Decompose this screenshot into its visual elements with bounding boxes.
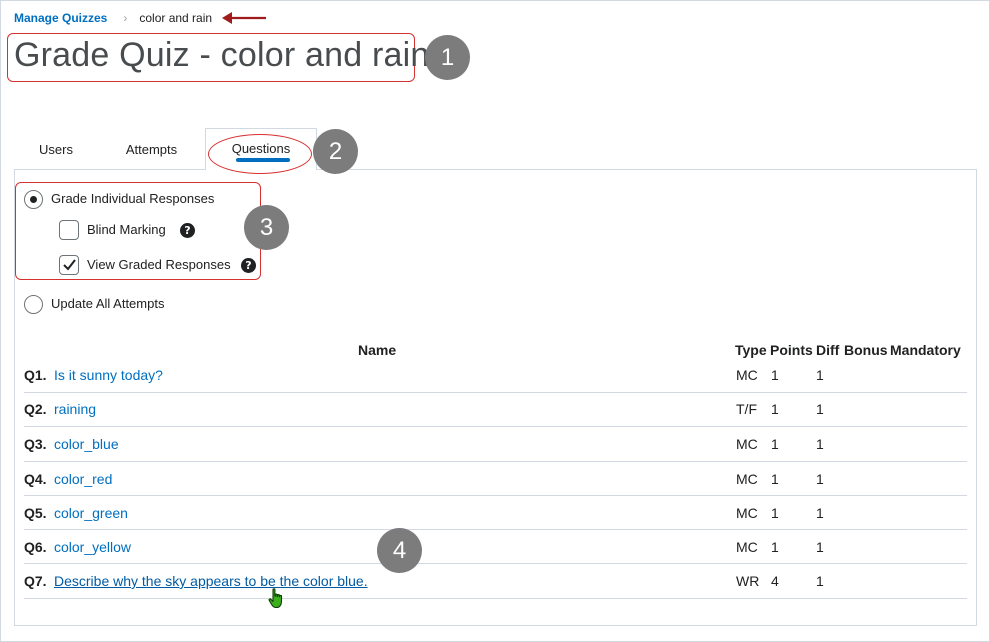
question-link[interactable]: raining bbox=[54, 401, 96, 417]
question-diff: 1 bbox=[816, 471, 824, 487]
questions-tab-highlight-ring bbox=[208, 134, 312, 174]
question-type: MC bbox=[736, 471, 758, 487]
question-number: Q4. bbox=[24, 471, 47, 487]
left-arrow-icon bbox=[222, 12, 266, 24]
column-header-points: Points bbox=[770, 342, 813, 358]
page-title: Grade Quiz - color and rain bbox=[14, 36, 430, 74]
row-divider bbox=[24, 563, 967, 564]
tab-users[interactable]: Users bbox=[14, 128, 98, 170]
question-points: 1 bbox=[771, 401, 779, 417]
callout-badge-4: 4 bbox=[377, 528, 422, 573]
question-number: Q6. bbox=[24, 539, 47, 555]
question-number: Q2. bbox=[24, 401, 47, 417]
breadcrumb-manage-quizzes-link[interactable]: Manage Quizzes bbox=[14, 11, 107, 25]
question-diff: 1 bbox=[816, 573, 824, 589]
row-divider bbox=[24, 598, 967, 599]
column-header-mandatory: Mandatory bbox=[890, 342, 961, 358]
row-divider bbox=[24, 495, 967, 496]
question-number: Q1. bbox=[24, 367, 47, 383]
column-header-name[interactable]: Name bbox=[358, 342, 396, 358]
blind-marking-label: Blind Marking bbox=[87, 222, 166, 237]
question-diff: 1 bbox=[816, 539, 824, 555]
question-link[interactable]: Is it sunny today? bbox=[54, 367, 163, 383]
grade-individual-label: Grade Individual Responses bbox=[51, 191, 215, 206]
table-row: Q3. color_blue MC 1 1 bbox=[24, 435, 967, 470]
question-type: MC bbox=[736, 539, 758, 555]
question-link[interactable]: color_blue bbox=[54, 436, 119, 452]
grade-individual-radio[interactable] bbox=[24, 190, 43, 209]
question-diff: 1 bbox=[816, 505, 824, 521]
column-header-bonus: Bonus bbox=[844, 342, 888, 358]
question-number: Q7. bbox=[24, 573, 47, 589]
question-diff: 1 bbox=[816, 367, 824, 383]
question-points: 1 bbox=[771, 471, 779, 487]
column-header-diff: Diff bbox=[816, 342, 840, 358]
question-points: 1 bbox=[771, 436, 779, 452]
tab-attempts[interactable]: Attempts bbox=[98, 128, 205, 170]
row-divider bbox=[24, 426, 967, 427]
view-graded-label: View Graded Responses bbox=[87, 257, 231, 272]
question-points: 4 bbox=[771, 573, 779, 589]
view-graded-checkbox[interactable] bbox=[59, 255, 79, 275]
table-row: Q4. color_red MC 1 1 bbox=[24, 470, 967, 505]
blind-marking-checkbox[interactable] bbox=[59, 220, 79, 240]
callout-badge-1: 1 bbox=[425, 35, 470, 80]
callout-badge-2: 2 bbox=[313, 129, 358, 174]
question-diff: 1 bbox=[816, 436, 824, 452]
question-number: Q5. bbox=[24, 505, 47, 521]
question-link[interactable]: Describe why the sky appears to be the c… bbox=[54, 573, 368, 589]
question-diff: 1 bbox=[816, 401, 824, 417]
hand-pointer-icon bbox=[268, 588, 283, 609]
update-all-attempts-label: Update All Attempts bbox=[51, 296, 165, 311]
table-row: Q2. raining T/F 1 1 bbox=[24, 400, 967, 435]
table-row: Q6. color_yellow MC 1 1 bbox=[24, 538, 967, 573]
row-divider bbox=[24, 461, 967, 462]
question-points: 1 bbox=[771, 539, 779, 555]
help-circle-icon[interactable]: ? bbox=[180, 223, 195, 238]
help-circle-icon[interactable]: ? bbox=[241, 258, 256, 273]
breadcrumb: Manage Quizzes › color and rain bbox=[14, 10, 212, 26]
question-type: MC bbox=[736, 367, 758, 383]
question-points: 1 bbox=[771, 505, 779, 521]
table-row: Q5. color_green MC 1 1 bbox=[24, 504, 967, 539]
question-number: Q3. bbox=[24, 436, 47, 452]
question-link[interactable]: color_green bbox=[54, 505, 128, 521]
question-type: MC bbox=[736, 436, 758, 452]
question-type: WR bbox=[736, 573, 760, 589]
update-all-attempts-radio[interactable] bbox=[24, 295, 43, 314]
callout-badge-3: 3 bbox=[244, 205, 289, 250]
tab-list: Users Attempts Questions bbox=[14, 128, 317, 170]
column-header-type: Type bbox=[735, 342, 767, 358]
question-link[interactable]: color_red bbox=[54, 471, 112, 487]
table-row: Q7. Describe why the sky appears to be t… bbox=[24, 572, 967, 607]
question-type: T/F bbox=[736, 401, 757, 417]
row-divider bbox=[24, 392, 967, 393]
question-points: 1 bbox=[771, 367, 779, 383]
breadcrumb-separator: › bbox=[123, 11, 128, 25]
breadcrumb-current: color and rain bbox=[139, 11, 213, 25]
row-divider bbox=[24, 529, 967, 530]
question-link[interactable]: color_yellow bbox=[54, 539, 131, 555]
checkmark-icon bbox=[63, 259, 76, 271]
question-type: MC bbox=[736, 505, 758, 521]
table-row: Q1. Is it sunny today? MC 1 1 bbox=[24, 365, 967, 400]
